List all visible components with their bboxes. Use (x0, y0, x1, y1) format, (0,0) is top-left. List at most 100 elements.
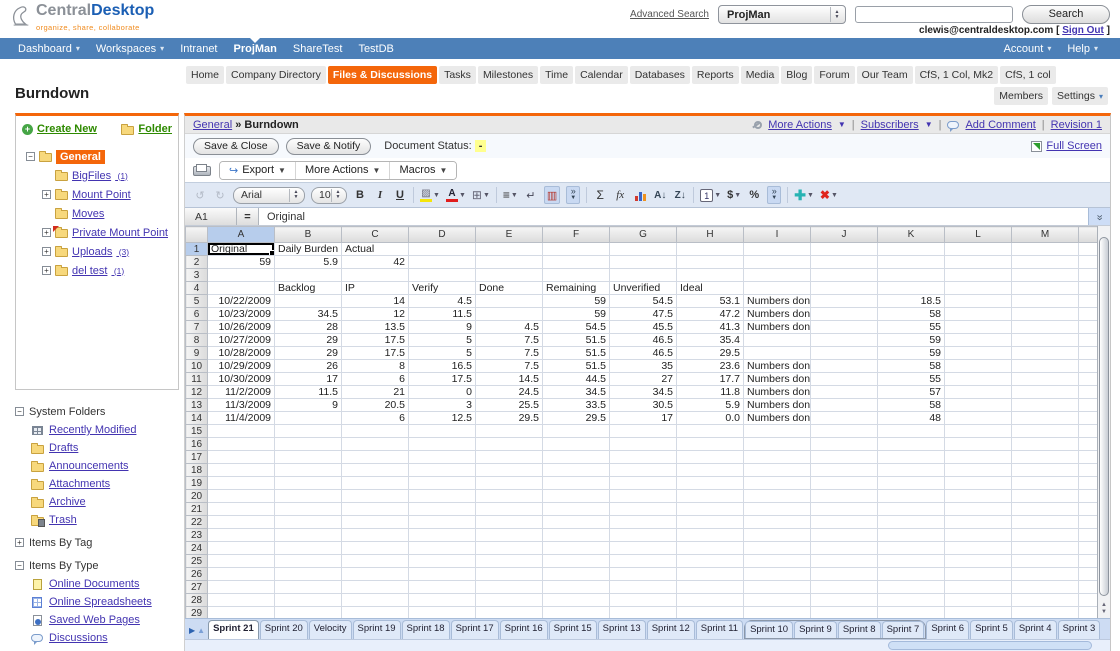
cell-i19[interactable] (744, 477, 811, 490)
save-close-button[interactable]: Save & Close (193, 138, 279, 155)
cell-k3[interactable] (878, 269, 945, 282)
row-header-6[interactable]: 6 (186, 308, 208, 321)
function-button[interactable]: fx (613, 186, 627, 204)
cell-k10[interactable]: 58 (878, 360, 945, 373)
cell-k5[interactable]: 18.5 (878, 295, 945, 308)
cell-j1[interactable] (811, 243, 878, 256)
tab-members[interactable]: Members (994, 87, 1048, 105)
cell-e10[interactable]: 7.5 (476, 360, 543, 373)
cell-d18[interactable] (409, 464, 476, 477)
cell-h25[interactable] (677, 555, 744, 568)
cell-d12[interactable]: 0 (409, 386, 476, 399)
sheet-tab-sprint-11[interactable]: Sprint 11 (696, 620, 743, 639)
cell-a9[interactable]: 10/28/2009 (208, 347, 275, 360)
cell-a19[interactable] (208, 477, 275, 490)
nav-item-account[interactable]: Account▾ (996, 38, 1060, 59)
cell-m4[interactable] (1012, 282, 1079, 295)
cell-m12[interactable] (1012, 386, 1079, 399)
expand-icon[interactable]: + (42, 247, 51, 256)
sort-za-button[interactable]: Z↓ (673, 186, 687, 204)
cell-d15[interactable] (409, 425, 476, 438)
cell-d5[interactable]: 4.5 (409, 295, 476, 308)
cell-h5[interactable]: 53.1 (677, 295, 744, 308)
cell-e24[interactable] (476, 542, 543, 555)
cell-h27[interactable] (677, 581, 744, 594)
sidebar-link-online-documents[interactable]: Online Documents (49, 578, 140, 590)
column-header-c[interactable]: C (342, 227, 409, 243)
cell-e19[interactable] (476, 477, 543, 490)
tab-scroll-right-icon[interactable]: ▶ (189, 626, 195, 635)
cell-g4[interactable]: Unverified (610, 282, 677, 295)
cell-d29[interactable] (409, 607, 476, 619)
cell-a23[interactable] (208, 529, 275, 542)
cell-l24[interactable] (945, 542, 1012, 555)
cell-c15[interactable] (342, 425, 409, 438)
cell-h22[interactable] (677, 516, 744, 529)
expand-icon[interactable]: + (15, 538, 24, 547)
cell-c28[interactable] (342, 594, 409, 607)
cell-l2[interactable] (945, 256, 1012, 269)
cell-b28[interactable] (275, 594, 342, 607)
cell-d25[interactable] (409, 555, 476, 568)
macros-menu[interactable]: Macros ▼ (389, 162, 456, 179)
expand-icon[interactable]: + (42, 228, 51, 237)
cell-d23[interactable] (409, 529, 476, 542)
undo-icon[interactable]: ↺ (193, 186, 207, 204)
cell-e1[interactable] (476, 243, 543, 256)
cell-m22[interactable] (1012, 516, 1079, 529)
chart-icon[interactable] (633, 186, 647, 204)
items-by-tag-header[interactable]: + Items By Tag (15, 533, 181, 552)
cell-k26[interactable] (878, 568, 945, 581)
row-header-23[interactable]: 23 (186, 529, 208, 542)
cell-i28[interactable] (744, 594, 811, 607)
cell-i18[interactable] (744, 464, 811, 477)
print-icon[interactable] (193, 164, 209, 176)
tab-our-team[interactable]: Our Team (857, 66, 913, 84)
cell-m25[interactable] (1012, 555, 1079, 568)
nav-item-sharetest[interactable]: ShareTest (285, 38, 351, 59)
cell-j16[interactable] (811, 438, 878, 451)
sidebar-item-online-documents[interactable]: Online Documents (15, 575, 181, 593)
cell-c16[interactable] (342, 438, 409, 451)
cell-l29[interactable] (945, 607, 1012, 619)
cell-h26[interactable] (677, 568, 744, 581)
cell-c22[interactable] (342, 516, 409, 529)
cell-f26[interactable] (543, 568, 610, 581)
cell-m26[interactable] (1012, 568, 1079, 581)
cell-b29[interactable] (275, 607, 342, 619)
cell-k11[interactable]: 55 (878, 373, 945, 386)
cell-g22[interactable] (610, 516, 677, 529)
cell-i12[interactable]: Numbers don't (744, 386, 811, 399)
column-header-b[interactable]: B (275, 227, 342, 243)
vertical-scrollbar[interactable]: ▲▼ (1097, 226, 1110, 618)
cell-f12[interactable]: 34.5 (543, 386, 610, 399)
cell-reference-box[interactable]: A1 (185, 208, 237, 225)
cell-f1[interactable] (543, 243, 610, 256)
cell-h10[interactable]: 23.6 (677, 360, 744, 373)
folder-link-general[interactable]: General (56, 150, 105, 164)
row-header-9[interactable]: 9 (186, 347, 208, 360)
cell-l15[interactable] (945, 425, 1012, 438)
tree-item-private-mount-point[interactable]: +Private Mount Point (22, 223, 172, 242)
cell-f20[interactable] (543, 490, 610, 503)
column-header-g[interactable]: G (610, 227, 677, 243)
row-header-10[interactable]: 10 (186, 360, 208, 373)
cell-b3[interactable] (275, 269, 342, 282)
collapse-icon[interactable]: − (15, 561, 24, 570)
cell-f9[interactable]: 51.5 (543, 347, 610, 360)
cell-l18[interactable] (945, 464, 1012, 477)
row-header-20[interactable]: 20 (186, 490, 208, 503)
search-input[interactable] (855, 6, 1013, 23)
cell-d13[interactable]: 3 (409, 399, 476, 412)
sheet-tab-sprint-15[interactable]: Sprint 15 (549, 620, 597, 639)
sidebar-link-drafts[interactable]: Drafts (49, 442, 78, 454)
tab-files-discussions[interactable]: Files & Discussions (328, 66, 437, 84)
cell-i4[interactable] (744, 282, 811, 295)
cell-i25[interactable] (744, 555, 811, 568)
row-header-13[interactable]: 13 (186, 399, 208, 412)
cell-a27[interactable] (208, 581, 275, 594)
cell-c23[interactable] (342, 529, 409, 542)
cell-a28[interactable] (208, 594, 275, 607)
cell-a16[interactable] (208, 438, 275, 451)
cell-j17[interactable] (811, 451, 878, 464)
